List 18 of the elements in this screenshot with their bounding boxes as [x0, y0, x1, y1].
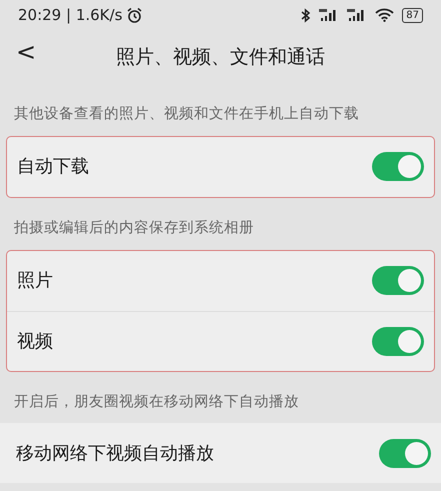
toggle-switch[interactable]	[372, 152, 424, 182]
toggle-switch[interactable]	[379, 438, 431, 468]
section-caption: 其他设备查看的照片、视频和文件在手机上自动下载	[13, 104, 360, 124]
section-caption: 开启后，朋友圈视频在移动网络下自动播放	[13, 392, 300, 412]
toggle-switch[interactable]	[372, 266, 424, 295]
page-title: 照片、视频、文件和通话	[116, 44, 325, 70]
setting-label: 移动网络下视频自动播放	[16, 442, 214, 466]
wifi-icon	[375, 8, 394, 22]
setting-label: 视频	[17, 330, 53, 354]
status-time: 20:29 | 1.6K/s	[18, 4, 122, 26]
battery-icon: 87	[402, 8, 423, 22]
bluetooth-icon	[301, 8, 312, 22]
setting-label: 自动下载	[17, 155, 89, 180]
back-button[interactable]: <	[10, 36, 42, 70]
alarm-icon	[126, 6, 144, 24]
toggle-switch[interactable]	[372, 326, 424, 356]
setting-label: 照片	[17, 269, 53, 293]
section-caption: 拍摄或编辑后的内容保存到系统相册	[13, 218, 255, 238]
